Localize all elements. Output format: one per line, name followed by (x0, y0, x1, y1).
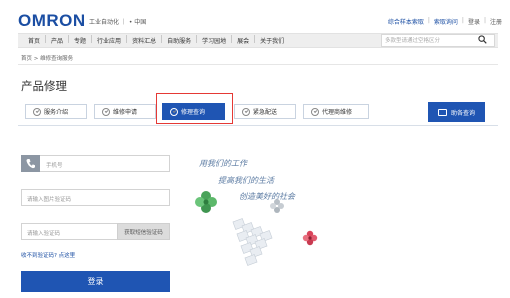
sms-code-placeholder: 请输入验证码 (27, 231, 61, 237)
nav-item-self-service[interactable]: 自助服务 (167, 36, 191, 45)
nav-item-home[interactable]: 首页 (28, 36, 40, 45)
check-circle-icon (242, 107, 250, 116)
phone-input[interactable] (21, 155, 170, 172)
phone-icon (26, 159, 35, 169)
tab-service-intro[interactable]: 服务介绍 (33, 104, 68, 119)
check-circle-icon (102, 107, 110, 116)
top-link-inquiry[interactable]: 索取询问 (434, 17, 458, 26)
search-card-icon (437, 108, 447, 116)
site-tagline: 工业自动化 ｜ • 中国 (89, 19, 147, 26)
highlight-box (156, 93, 233, 124)
search-icon[interactable] (478, 35, 487, 44)
tab-label: 代理商维修 (322, 109, 353, 116)
tab-repair-application[interactable]: 维修申请 (102, 104, 137, 119)
slogan-line-1: 用我们的工作 (199, 159, 247, 168)
nav-item-resources[interactable]: 资料汇总 (132, 36, 156, 45)
top-link-separator: | (483, 17, 486, 24)
keyboard-icon (232, 218, 273, 266)
nav-item-learning[interactable]: 学习园地 (202, 36, 226, 45)
top-link-separator: | (427, 17, 430, 24)
search-placeholder: 多款型请通过空格区分 (385, 38, 441, 44)
check-circle-icon (311, 107, 319, 116)
divider (18, 64, 498, 65)
tab-label: 服务介绍 (44, 109, 69, 116)
captcha-placeholder: 请输入图片验证码 (27, 197, 72, 203)
get-sms-code-button[interactable]: 获取短信验证码 (117, 223, 170, 240)
keyboard-flowers-illustration (195, 191, 318, 266)
page-title: 产品修理 (21, 79, 67, 93)
red-flower-icon (302, 230, 318, 246)
omron-logo[interactable]: OMRON (18, 11, 86, 31)
breadcrumb[interactable]: 首页 > 维修查询服务 (21, 54, 73, 62)
top-link-separator: | (461, 17, 464, 24)
nav-item-about[interactable]: 关于我们 (260, 36, 284, 45)
phone-placeholder: 手机号 (46, 163, 63, 169)
top-links: 综合样本索取 | 索取询问 | 登录 | 注册 (388, 17, 502, 26)
tab-emergency-delivery[interactable]: 紧急配送 (242, 104, 277, 119)
green-flower-icon (195, 191, 217, 213)
top-link-login[interactable]: 登录 (468, 17, 480, 26)
tab-label: 紧急配送 (253, 109, 278, 116)
top-link-catalog[interactable]: 综合样本索取 (388, 17, 424, 26)
tab-label: 维修申请 (113, 109, 138, 116)
quick-query-label: 助各查询 (450, 109, 475, 117)
gray-flower-icon (270, 199, 284, 213)
nav-item-products[interactable]: 产品 (51, 36, 63, 45)
login-button[interactable]: 登录 (21, 271, 170, 292)
top-link-register[interactable]: 注册 (490, 17, 502, 26)
nav-item-exhibition[interactable]: 展会 (237, 36, 249, 45)
check-circle-icon (33, 107, 41, 116)
nav-item-topics[interactable]: 专题 (74, 36, 86, 45)
tab-agent-repair[interactable]: 代理商维修 (311, 104, 352, 119)
quick-query-button[interactable]: 助各查询 (428, 102, 485, 122)
no-code-link[interactable]: 收不到验证码? 点这里 (21, 251, 75, 259)
main-nav: 首页 产品 专题 行业应用 资料汇总 自助服务 学习园地 展会 关于我们 (28, 35, 284, 45)
nav-item-industry[interactable]: 行业应用 (97, 36, 121, 45)
